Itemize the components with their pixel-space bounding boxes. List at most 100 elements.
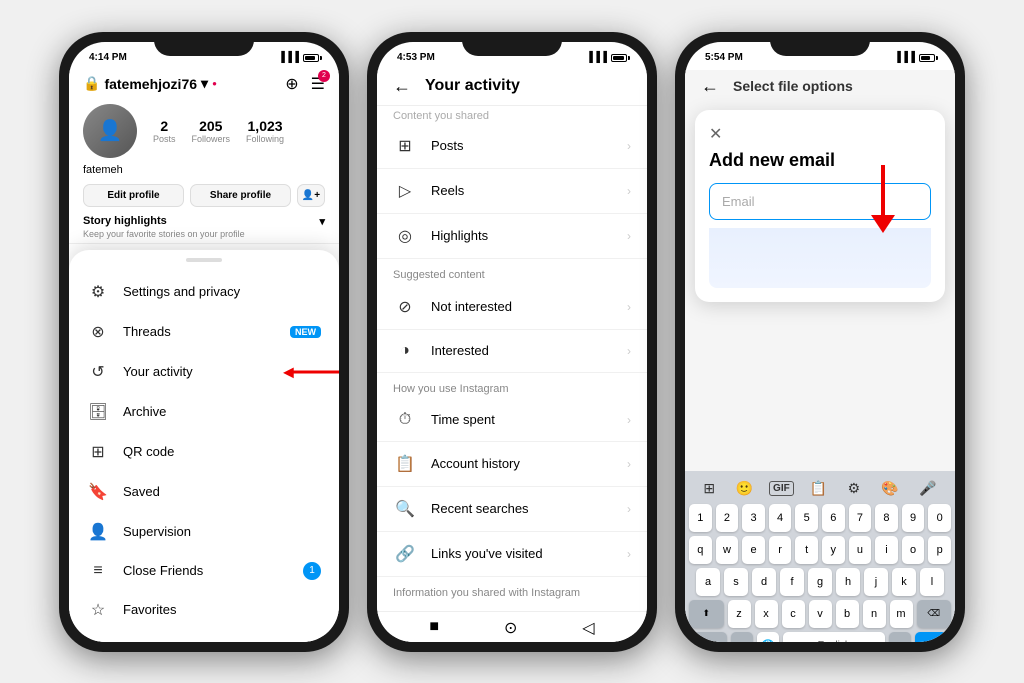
activity-highlights[interactable]: ◎ Highlights › [377, 214, 647, 259]
key-e[interactable]: e [742, 536, 765, 564]
account-history-icon: 📋 [393, 454, 417, 474]
notification-badge: 2 [318, 70, 330, 82]
kb-emoji-icon[interactable]: 🙂 [731, 477, 758, 500]
menu-item-your-activity[interactable]: ↺ Your activity ◀ [69, 352, 339, 392]
key-globe-icon[interactable]: 🌐 [757, 632, 779, 642]
key-done[interactable]: ✓ [915, 632, 947, 642]
kb-clipboard-icon[interactable]: 📋 [804, 477, 831, 500]
key-k[interactable]: k [892, 568, 916, 596]
key-123[interactable]: ?123 [693, 632, 727, 642]
key-space[interactable]: English [783, 632, 885, 642]
time-1: 4:14 PM [89, 52, 127, 63]
menu-item-favorites[interactable]: ☆ Favorites [69, 590, 339, 630]
key-4[interactable]: 4 [769, 504, 792, 532]
key-p[interactable]: p [928, 536, 951, 564]
back-button-3[interactable]: ← [701, 76, 719, 97]
activity-posts[interactable]: ⊞ Posts › [377, 124, 647, 169]
key-u[interactable]: u [849, 536, 872, 564]
edit-profile-button[interactable]: Edit profile [83, 184, 184, 207]
key-z[interactable]: z [728, 600, 751, 628]
key-v[interactable]: v [809, 600, 832, 628]
key-c[interactable]: c [782, 600, 805, 628]
key-r[interactable]: r [769, 536, 792, 564]
key-9[interactable]: 9 [902, 504, 925, 532]
menu-item-archive[interactable]: 🗄 Archive [69, 392, 339, 432]
profile-section: 👤 2 Posts 205 Followers 1,023 Following [69, 98, 339, 164]
activity-time-spent[interactable]: ⏱ Time spent › [377, 399, 647, 442]
key-s[interactable]: s [724, 568, 748, 596]
menu-item-supervision[interactable]: 👤 Supervision [69, 512, 339, 552]
key-a[interactable]: a [696, 568, 720, 596]
key-shift[interactable]: ⬆ [689, 600, 724, 628]
activity-links-visited[interactable]: 🔗 Links you've visited › [377, 532, 647, 577]
nav-back-2[interactable]: ◁ [582, 618, 594, 638]
chevron-account-history: › [627, 457, 631, 471]
key-1[interactable]: 1 [689, 504, 712, 532]
key-6[interactable]: 6 [822, 504, 845, 532]
stat-followers: 205 Followers [192, 118, 231, 144]
key-2[interactable]: 2 [716, 504, 739, 532]
key-7[interactable]: 7 [849, 504, 872, 532]
key-period[interactable]: . [889, 632, 911, 642]
nav-bar-1: ■ ⊙ ◁ [69, 630, 339, 642]
key-0[interactable]: 0 [928, 504, 951, 532]
settings-icon: ⚙ [87, 282, 109, 302]
key-g[interactable]: g [808, 568, 832, 596]
activity-recent-searches[interactable]: 🔍 Recent searches › [377, 487, 647, 532]
kb-mic-icon[interactable]: 🎤 [914, 477, 941, 500]
key-j[interactable]: j [864, 568, 888, 596]
menu-item-qrcode[interactable]: ⊞ QR code [69, 432, 339, 472]
kb-grid-icon[interactable]: ⊞ [698, 477, 720, 500]
menu-item-threads[interactable]: ⊗ Threads NEW [69, 312, 339, 352]
modal-close-button[interactable]: ✕ [709, 124, 931, 144]
threads-icon: ⊗ [87, 322, 109, 342]
qr-icon: ⊞ [87, 442, 109, 462]
time-3: 5:54 PM [705, 52, 743, 63]
section-info-shared: Information you shared with Instagram [377, 577, 647, 603]
key-m[interactable]: m [890, 600, 913, 628]
key-o[interactable]: o [902, 536, 925, 564]
key-backspace[interactable]: ⌫ [917, 600, 952, 628]
nav-back[interactable]: ◁ [274, 638, 286, 642]
key-3[interactable]: 3 [742, 504, 765, 532]
key-comma[interactable]: , [731, 632, 753, 642]
phone-3: 5:54 PM ▐▐▐ ← Select file options ✕ A [675, 32, 965, 652]
key-5[interactable]: 5 [795, 504, 818, 532]
key-t[interactable]: t [795, 536, 818, 564]
key-x[interactable]: x [755, 600, 778, 628]
email-input[interactable]: Email [709, 183, 931, 220]
activity-list: Content you shared ⊞ Posts › ▷ Reels › [377, 106, 647, 636]
kb-sticker-icon[interactable]: 🎨 [876, 477, 903, 500]
menu-item-settings[interactable]: ⚙ Settings and privacy [69, 272, 339, 312]
activity-interested[interactable]: ◑ Interested › [377, 330, 647, 373]
kb-gif-icon[interactable]: GIF [769, 481, 794, 496]
key-n[interactable]: n [863, 600, 886, 628]
menu-item-close-friends[interactable]: ≡ Close Friends 1 [69, 552, 339, 590]
key-i[interactable]: i [875, 536, 898, 564]
add-person-button[interactable]: 👤+ [297, 184, 325, 207]
menu-icon[interactable]: ☰ 2 [311, 74, 325, 94]
archive-icon: 🗄 [87, 402, 109, 422]
key-h[interactable]: h [836, 568, 860, 596]
key-y[interactable]: y [822, 536, 845, 564]
key-w[interactable]: w [716, 536, 739, 564]
activity-reels[interactable]: ▷ Reels › [377, 169, 647, 214]
kb-settings-icon[interactable]: ⚙ [843, 477, 866, 500]
time-spent-icon: ⏱ [393, 411, 417, 429]
key-q[interactable]: q [689, 536, 712, 564]
back-button-2[interactable]: ← [393, 76, 411, 97]
activity-not-interested[interactable]: ⊘ Not interested › [377, 285, 647, 330]
share-profile-button[interactable]: Share profile [190, 184, 291, 207]
key-f[interactable]: f [780, 568, 804, 596]
nav-home[interactable]: ⊙ [196, 638, 209, 642]
chevron-highlights: › [627, 229, 631, 243]
key-d[interactable]: d [752, 568, 776, 596]
key-b[interactable]: b [836, 600, 859, 628]
key-8[interactable]: 8 [875, 504, 898, 532]
activity-account-history[interactable]: 📋 Account history › [377, 442, 647, 487]
add-icon[interactable]: ⊕ [285, 74, 298, 94]
key-l[interactable]: l [920, 568, 944, 596]
chevron-links: › [627, 547, 631, 561]
nav-home-2[interactable]: ⊙ [504, 618, 517, 638]
menu-item-saved[interactable]: 🔖 Saved [69, 472, 339, 512]
